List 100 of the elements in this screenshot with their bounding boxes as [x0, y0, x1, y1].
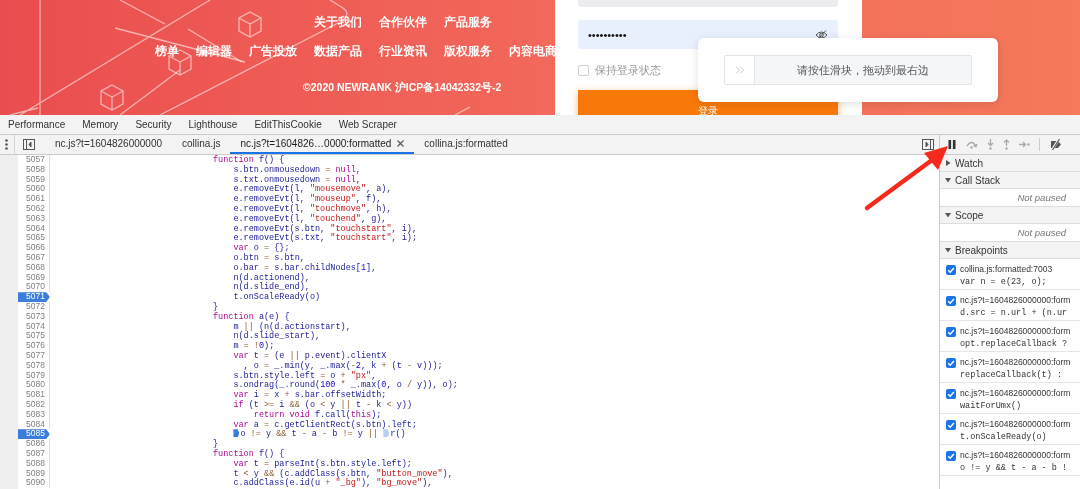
nav-link[interactable]: 合作伙伴 [379, 14, 427, 30]
line-number[interactable]: 5071 [18, 292, 50, 302]
file-tab[interactable]: nc.js?t=1604826…0000:formatted [230, 135, 415, 154]
line-number[interactable]: 5058 [18, 164, 50, 175]
line-number[interactable]: 5079 [18, 370, 50, 381]
section-header[interactable]: Call Stack [940, 172, 1080, 189]
line-number[interactable]: 5086 [18, 439, 50, 449]
line-number[interactable]: 5064 [18, 223, 50, 234]
line-number[interactable]: 5067 [18, 252, 50, 263]
line-number[interactable]: 5087 [18, 448, 50, 459]
checkbox[interactable] [946, 420, 956, 430]
breakpoint-location[interactable]: nc.js?t=1604826000000:form [960, 326, 1071, 337]
line-number[interactable]: 5081 [18, 390, 50, 400]
slider-track[interactable]: 请按住滑块，拖动到最右边 [724, 55, 972, 85]
breakpoint-location[interactable]: collina.js:formatted:7003 [960, 264, 1053, 275]
code-line: n(d.slide_end), [232, 282, 310, 293]
code-line: s.txt.onmousedown = null, [232, 174, 361, 185]
file-tab[interactable]: collina.js:formatted [414, 135, 518, 154]
breakpoint-code: t.onScaleReady(o) [960, 432, 1048, 443]
section-header[interactable]: Scope [940, 207, 1080, 224]
line-number[interactable]: 5076 [18, 341, 50, 351]
checkbox[interactable] [578, 65, 589, 76]
line-number[interactable]: 5069 [18, 272, 50, 283]
line-number[interactable]: 5088 [18, 458, 50, 469]
line-number[interactable]: 5074 [18, 321, 50, 332]
line-number[interactable]: 5090 [18, 478, 50, 489]
code-line: function f() { [212, 448, 285, 459]
slider-handle[interactable] [725, 56, 755, 84]
code-line: s.btn.style.left = o + "px", [232, 370, 377, 381]
code-line: function f() { [212, 155, 285, 165]
line-number[interactable]: 5059 [18, 174, 50, 185]
nav-link[interactable]: 关于我们 [314, 14, 362, 30]
expand-arrow-icon[interactable] [945, 247, 951, 253]
breakpoint-location[interactable]: nc.js?t=1604826000000:form [960, 388, 1071, 399]
sidebar-toggle-icon[interactable] [23, 139, 35, 150]
checkbox[interactable] [946, 389, 956, 399]
line-number[interactable]: 5060 [18, 184, 50, 195]
line-number[interactable]: 5073 [18, 311, 50, 322]
line-number[interactable]: 5080 [18, 380, 50, 391]
nav-link[interactable]: 数据产品 [314, 43, 362, 59]
nav-link[interactable]: 行业资讯 [379, 43, 427, 59]
expand-arrow-icon[interactable] [945, 177, 951, 183]
file-tab[interactable]: nc.js?t=1604826000000 [45, 135, 173, 154]
panel-tab[interactable]: Security [135, 119, 172, 130]
file-tab[interactable]: collina.js [172, 135, 231, 154]
line-number[interactable]: 5057 [18, 155, 50, 165]
eye-slash-icon[interactable] [815, 29, 828, 40]
checkbox-label: 保持登录状态 [595, 63, 661, 78]
pause-icon[interactable] [948, 140, 956, 149]
line-number[interactable]: 5072 [18, 301, 50, 312]
line-number[interactable]: 5066 [18, 243, 50, 253]
close-icon[interactable] [397, 140, 405, 147]
breakpoint-code: d.src = n.url + (n.ur [960, 308, 1069, 319]
line-number[interactable]: 5077 [18, 350, 50, 361]
line-number[interactable]: 5065 [18, 233, 50, 244]
line-number[interactable]: 5078 [18, 360, 50, 371]
line-number[interactable]: 5063 [18, 213, 50, 224]
nav-link[interactable]: 榜单 [155, 43, 179, 59]
copyright-text: ©2020 NEWRANK 沪ICP备14042332号-2 [303, 81, 503, 95]
code-line: e.removeEvt(l, "touchend", g), [232, 213, 387, 224]
line-number[interactable]: 5089 [18, 468, 50, 479]
panel-tab[interactable]: Lighthouse [188, 119, 238, 130]
expand-arrow-icon[interactable] [945, 212, 951, 218]
line-number[interactable]: 5068 [18, 262, 50, 273]
line-number[interactable]: 5070 [18, 282, 50, 293]
slider-hint: 请按住滑块，拖动到最右边 [796, 62, 930, 79]
nav-link[interactable]: 版权服务 [444, 43, 492, 59]
nav-link[interactable]: 产品服务 [444, 14, 492, 30]
line-number[interactable]: 5082 [18, 399, 50, 410]
checkbox[interactable] [946, 265, 956, 275]
breakpoint-location[interactable]: nc.js?t=1604826000000:form [960, 419, 1071, 430]
debugger-toggle-icon[interactable] [922, 139, 934, 150]
nav-link[interactable]: 编辑器 [196, 43, 232, 59]
breakpoint-location[interactable]: nc.js?t=1604826000000:form [960, 357, 1071, 368]
line-number[interactable]: 5075 [18, 331, 50, 342]
breakpoint-location[interactable]: nc.js?t=1604826000000:form [960, 295, 1071, 306]
code-line: n(d.actionend), [232, 272, 310, 283]
checkbox[interactable] [946, 358, 956, 368]
code-line: function a(e) { [212, 311, 290, 322]
nav-link[interactable]: 广告投放 [249, 43, 297, 59]
breakpoint-location[interactable]: nc.js?t=1604826000000:form [960, 450, 1071, 461]
panel-tab[interactable]: Memory [82, 119, 119, 130]
line-number[interactable]: 5062 [18, 204, 50, 214]
more-options-icon[interactable] [5, 139, 8, 150]
deactivate-breakpoints-icon[interactable] [1049, 139, 1063, 150]
section-header[interactable]: Watch [940, 155, 1080, 172]
checkbox[interactable] [946, 451, 956, 461]
line-number[interactable]: 5061 [18, 194, 50, 204]
line-number[interactable]: 5083 [18, 409, 50, 420]
line-number[interactable]: 5085 [18, 429, 50, 440]
line-number[interactable]: 5084 [18, 419, 50, 430]
expand-arrow-icon[interactable] [945, 160, 951, 166]
section-header[interactable]: Breakpoints [940, 242, 1080, 259]
code-line: e.removeEvt(l, "touchmove", h), [232, 204, 392, 214]
checkbox[interactable] [946, 327, 956, 337]
panel-tab[interactable]: EditThisCookie [254, 119, 322, 130]
panel-tab[interactable]: Web Scraper [338, 119, 397, 130]
code-line: return void f.call(this); [252, 409, 382, 420]
panel-tab[interactable]: Performance [8, 119, 66, 130]
checkbox[interactable] [946, 296, 956, 306]
